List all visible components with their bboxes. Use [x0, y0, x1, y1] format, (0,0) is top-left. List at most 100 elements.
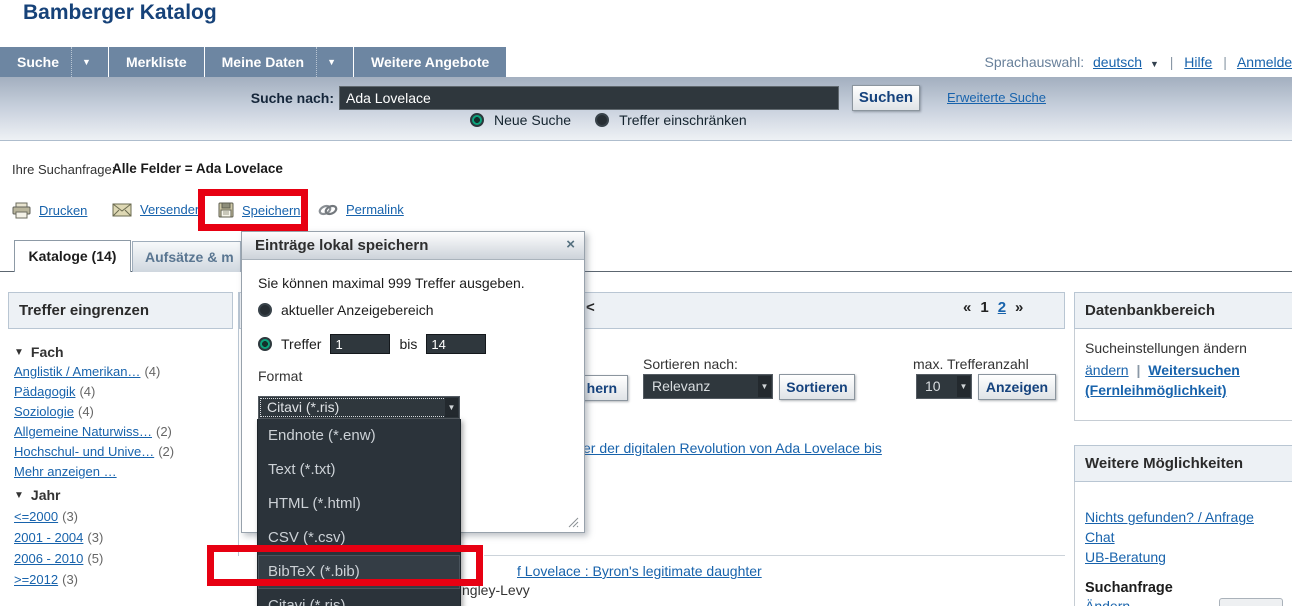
search-input[interactable] [339, 86, 839, 110]
facet-hochschul[interactable]: Hochschul- und Unive… [14, 444, 154, 459]
radio-narrow-results[interactable] [595, 113, 609, 127]
facet-year-ge2012[interactable]: >=2012 [14, 572, 58, 587]
nichts-gefunden-link[interactable]: Nichts gefunden? / Anfrage [1085, 507, 1254, 527]
nav-item-meine-daten[interactable]: Meine Daten ▼ [205, 47, 354, 77]
sort-select[interactable]: Relevanz ▼ [643, 374, 773, 399]
format-option-text[interactable]: Text (*.txt) [258, 453, 460, 487]
refine-section-fach[interactable]: ▼ Fach [14, 344, 64, 360]
facet-year-2001-2004[interactable]: 2001 - 2004 [14, 530, 83, 545]
facet-soziologie[interactable]: Soziologie [14, 404, 74, 419]
clipped-button-fragment[interactable] [1219, 598, 1283, 606]
print-label: Drucken [39, 203, 87, 218]
main-nav: Suche ▼ Merkliste Meine Daten ▼ Weitere … [0, 47, 507, 77]
nav-item-weitere-angebote[interactable]: Weitere Angebote [354, 47, 507, 77]
radio-hits-range-label: Treffer [281, 336, 321, 352]
facet-count: (2) [156, 424, 172, 439]
format-option-csv[interactable]: CSV (*.csv) [258, 521, 460, 555]
aendern-link[interactable]: ändern [1085, 362, 1129, 378]
hits-to-input[interactable] [426, 334, 486, 354]
help-link[interactable]: Hilfe [1184, 54, 1212, 70]
chat-link[interactable]: Chat [1085, 527, 1115, 547]
sort-label: Sortieren nach: [643, 356, 738, 372]
result-1-title-link[interactable]: er der digitalen Revolution von Ada Love… [583, 440, 882, 456]
max-hits-select[interactable]: 10 ▼ [916, 374, 972, 399]
language-select[interactable]: deutsch [1093, 54, 1142, 70]
format-option-endnote[interactable]: Endnote (*.enw) [258, 419, 460, 453]
facet-year-le2000[interactable]: <=2000 [14, 509, 58, 524]
page-title: Bamberger Katalog [23, 1, 217, 25]
search-settings-text: Sucheinstellungen ändern [1085, 340, 1283, 356]
refine-section-jahr[interactable]: ▼ Jahr [14, 487, 60, 503]
format-select-value: Citavi (*.ris) [267, 399, 339, 415]
save-dialog-title: Einträge lokal speichern [255, 232, 428, 259]
save-label: Speichern [242, 203, 301, 218]
facet-anglistik[interactable]: Anglistik / Amerikan… [14, 364, 140, 379]
radio-narrow-results-label: Treffer einschränken [619, 112, 747, 128]
facet-link: Soziologie(4) [14, 404, 94, 419]
refine-section-fach-label: Fach [31, 344, 64, 360]
envelope-icon [112, 203, 132, 217]
aendern-partial-link[interactable]: Ändern [1085, 598, 1130, 606]
chevron-down-icon[interactable]: ▼ [758, 376, 771, 397]
pagination-page-2[interactable]: 2 [998, 299, 1006, 316]
pagination-prev[interactable]: « [963, 299, 971, 316]
chevron-down-icon[interactable]: ▼ [1150, 59, 1159, 69]
login-link[interactable]: Anmelden [1237, 54, 1292, 70]
search-button[interactable]: Suchen [852, 85, 920, 111]
radio-hits-range[interactable] [258, 337, 272, 351]
nav-item-suche[interactable]: Suche ▼ [0, 47, 109, 77]
nav-item-suche-label: Suche [17, 47, 59, 77]
facet-mehr-anzeigen[interactable]: Mehr anzeigen … [14, 464, 117, 479]
format-option-citavi[interactable]: Citavi (*.ris) [258, 589, 460, 606]
save-disk-icon [218, 202, 234, 218]
nav-item-merkliste[interactable]: Merkliste [109, 47, 205, 77]
max-hits-value: 10 [925, 378, 941, 394]
facet-paedagogik[interactable]: Pädagogik [14, 384, 75, 399]
divider: | [1223, 54, 1227, 70]
radio-current-range[interactable] [258, 303, 272, 317]
format-select[interactable]: Citavi (*.ris) ▼ [258, 396, 460, 419]
query-label: Ihre Suchanfrage: [12, 162, 115, 177]
panel-divider [238, 292, 239, 556]
chevron-down-icon[interactable]: ▼ [316, 47, 336, 77]
divider: | [1170, 54, 1174, 70]
facet-naturwiss[interactable]: Allgemeine Naturwiss… [14, 424, 152, 439]
fernleih-link[interactable]: (Fernleihmöglichkeit) [1085, 382, 1227, 398]
print-action[interactable]: Drucken [12, 202, 87, 219]
facet-year-2006-2010[interactable]: 2006 - 2010 [14, 551, 83, 566]
resize-handle-icon[interactable] [566, 515, 579, 528]
pagination-next[interactable]: » [1015, 299, 1023, 316]
show-button[interactable]: Anzeigen [978, 374, 1056, 400]
send-action[interactable]: Versenden [112, 202, 202, 217]
weitersuchen-link[interactable]: Weitersuchen [1148, 362, 1240, 378]
facet-count: (3) [62, 509, 78, 524]
advanced-search-link[interactable]: Erweiterte Suche [947, 90, 1046, 105]
more-options-panel-header: Weitere Möglichkeiten [1074, 445, 1292, 482]
close-icon[interactable]: × [566, 236, 575, 253]
save-dialog-header[interactable]: Einträge lokal speichern × [242, 232, 584, 260]
format-option-bibtex[interactable]: BibTeX (*.bib) [258, 555, 460, 589]
facet-count: (3) [62, 572, 78, 587]
save-action[interactable]: Speichern [218, 202, 301, 218]
triangle-collapse-icon[interactable]: ▼ [14, 490, 24, 501]
range-radio-row: aktueller Anzeigebereich [258, 302, 434, 318]
ub-beratung-link[interactable]: UB-Beratung [1085, 547, 1166, 567]
sort-button[interactable]: Sortieren [779, 374, 855, 400]
result-2-title-link[interactable]: f Lovelace : Byron's legitimate daughter [517, 563, 762, 579]
permalink-action[interactable]: Permalink [318, 202, 404, 217]
triangle-collapse-icon[interactable]: ▼ [14, 347, 24, 358]
chevron-down-icon[interactable]: ▼ [445, 398, 458, 417]
format-option-html[interactable]: HTML (*.html) [258, 487, 460, 521]
results-nav-fragment: < [586, 299, 595, 316]
tab-aufsaetze[interactable]: Aufsätze & m [132, 241, 241, 272]
facet-count: (5) [87, 551, 103, 566]
chevron-down-icon[interactable]: ▼ [957, 376, 970, 397]
chevron-down-icon[interactable]: ▼ [71, 47, 91, 77]
radio-current-range-label: aktueller Anzeigebereich [281, 302, 434, 318]
hits-from-input[interactable] [330, 334, 390, 354]
pagination: « 1 2 » [963, 299, 1023, 316]
radio-new-search[interactable] [470, 113, 484, 127]
tab-kataloge[interactable]: Kataloge (14) [14, 240, 131, 272]
facet-link: 2006 - 2010 (5) [14, 551, 103, 566]
radio-new-search-label: Neue Suche [494, 112, 571, 128]
